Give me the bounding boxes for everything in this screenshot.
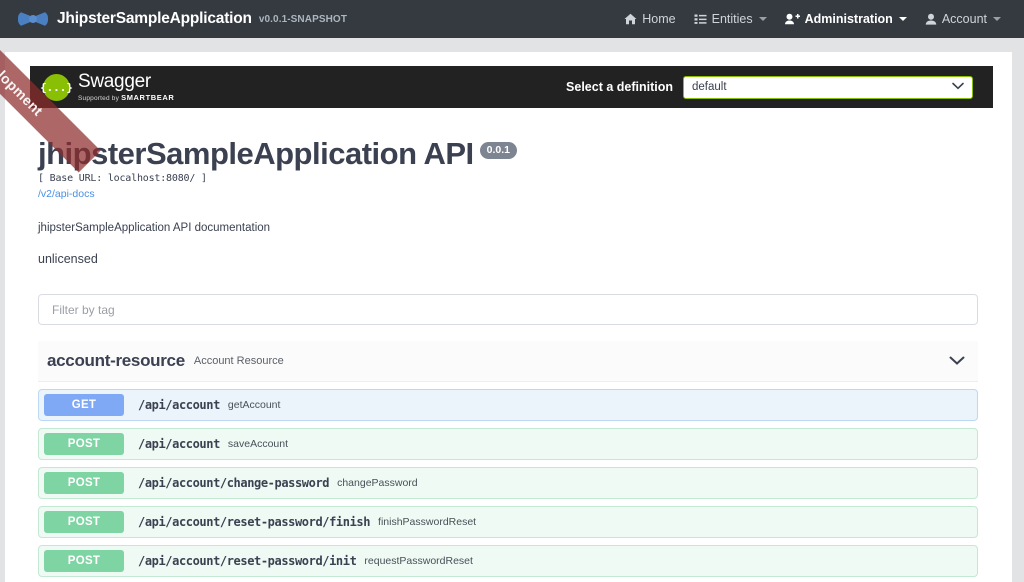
chevron-down-icon <box>898 17 907 21</box>
right-scrollbar-track[interactable] <box>1012 52 1024 582</box>
brand-version: v0.0.1-SNAPSHOT <box>258 13 348 25</box>
operation-row[interactable]: POST /api/account/reset-password/finish … <box>38 506 978 538</box>
home-icon <box>624 13 637 25</box>
api-license[interactable]: unlicensed <box>38 252 978 266</box>
operation-summary: finishPasswordReset <box>378 516 477 528</box>
swagger-supported-by-text: Supported by <box>78 94 120 102</box>
swagger-logo[interactable]: {...} Swagger Supported by SMARTBEAR <box>40 70 174 103</box>
left-gutter <box>0 52 5 582</box>
api-docs-link[interactable]: /v2/api-docs <box>38 188 978 200</box>
operation-summary: getAccount <box>227 399 281 411</box>
nav-item-account-label: Account <box>941 12 987 26</box>
operation-row[interactable]: POST /api/account saveAccount <box>38 428 978 460</box>
filter-by-tag-box[interactable] <box>38 294 978 325</box>
nav-item-account[interactable]: Account <box>916 12 1010 26</box>
operation-path: /api/account/change-password <box>138 476 330 490</box>
http-method-badge: POST <box>44 550 124 572</box>
operation-summary: changePassword <box>337 477 418 489</box>
operation-summary: saveAccount <box>227 438 289 450</box>
navbar-menu: Home Entities Administration Account <box>615 12 1010 26</box>
api-info: jhipsterSampleApplication API 0.0.1 [ Ba… <box>38 136 978 266</box>
definition-selector-group: Select a definition default <box>566 75 973 99</box>
chevron-down-icon[interactable] <box>949 356 965 366</box>
nav-item-home-label: Home <box>642 12 676 26</box>
tag-section-header-account-resource[interactable]: account-resource Account Resource <box>38 341 978 382</box>
brand-title: JhipsterSampleApplication <box>57 10 252 27</box>
chevron-down-icon <box>993 17 1001 21</box>
nav-item-entities-label: Entities <box>711 12 753 26</box>
operation-summary: requestPasswordReset <box>364 555 473 567</box>
definition-select-value: default <box>692 81 727 93</box>
definition-selector-label: Select a definition <box>566 80 673 94</box>
version-badge: 0.0.1 <box>479 142 518 159</box>
swagger-logo-subtitle: Supported by SMARTBEAR <box>78 94 174 103</box>
http-method-badge: GET <box>44 394 124 416</box>
tag-description: Account Resource <box>193 355 284 367</box>
operation-path: /api/account/reset-password/init <box>138 554 357 568</box>
api-title-row: jhipsterSampleApplication API 0.0.1 <box>38 136 978 171</box>
definition-select[interactable]: default <box>683 75 973 99</box>
operation-path: /api/account <box>138 437 220 451</box>
nav-item-administration[interactable]: Administration <box>776 12 916 26</box>
filter-input[interactable] <box>50 301 966 318</box>
swagger-smartbear-text: SMARTBEAR <box>121 92 175 102</box>
list-icon <box>694 13 707 25</box>
swagger-logo-name: Swagger <box>78 70 151 92</box>
chevron-down-icon <box>758 17 767 21</box>
operations-list: GET /api/account getAccount POST /api/ac… <box>38 389 978 582</box>
http-method-badge: POST <box>44 511 124 533</box>
page-title: jhipsterSampleApplication API <box>38 136 474 171</box>
brand[interactable]: JhipsterSampleApplication v0.0.1-SNAPSHO… <box>18 10 347 28</box>
user-plus-icon <box>784 13 800 25</box>
top-navbar: JhipsterSampleApplication v0.0.1-SNAPSHO… <box>0 0 1024 38</box>
operation-path: /api/account/reset-password/finish <box>138 515 371 529</box>
chevron-down-icon <box>952 81 964 93</box>
operation-path: /api/account <box>138 398 220 412</box>
operation-row[interactable]: POST /api/account/reset-password/init re… <box>38 545 978 577</box>
nav-item-entities[interactable]: Entities <box>685 12 776 26</box>
bowtie-logo-icon <box>18 11 48 27</box>
screen: JhipsterSampleApplication v0.0.1-SNAPSHO… <box>0 0 1024 582</box>
http-method-badge: POST <box>44 433 124 455</box>
tag-name: account-resource <box>47 351 185 370</box>
base-url: [ Base URL: localhost:8080/ ] <box>38 172 207 184</box>
operation-row[interactable]: GET /api/account getAccount <box>38 389 978 421</box>
navbar-underline-band <box>0 38 1024 52</box>
user-icon <box>925 13 937 25</box>
swagger-topbar: {...} Swagger Supported by SMARTBEAR Sel… <box>30 66 993 108</box>
operation-row[interactable]: POST /api/account/change-password change… <box>38 467 978 499</box>
api-description: jhipsterSampleApplication API documentat… <box>38 221 271 234</box>
nav-item-administration-label: Administration <box>804 12 893 26</box>
http-method-badge: POST <box>44 472 124 494</box>
swagger-mark-icon: {...} <box>40 73 73 101</box>
nav-item-home[interactable]: Home <box>615 12 684 26</box>
